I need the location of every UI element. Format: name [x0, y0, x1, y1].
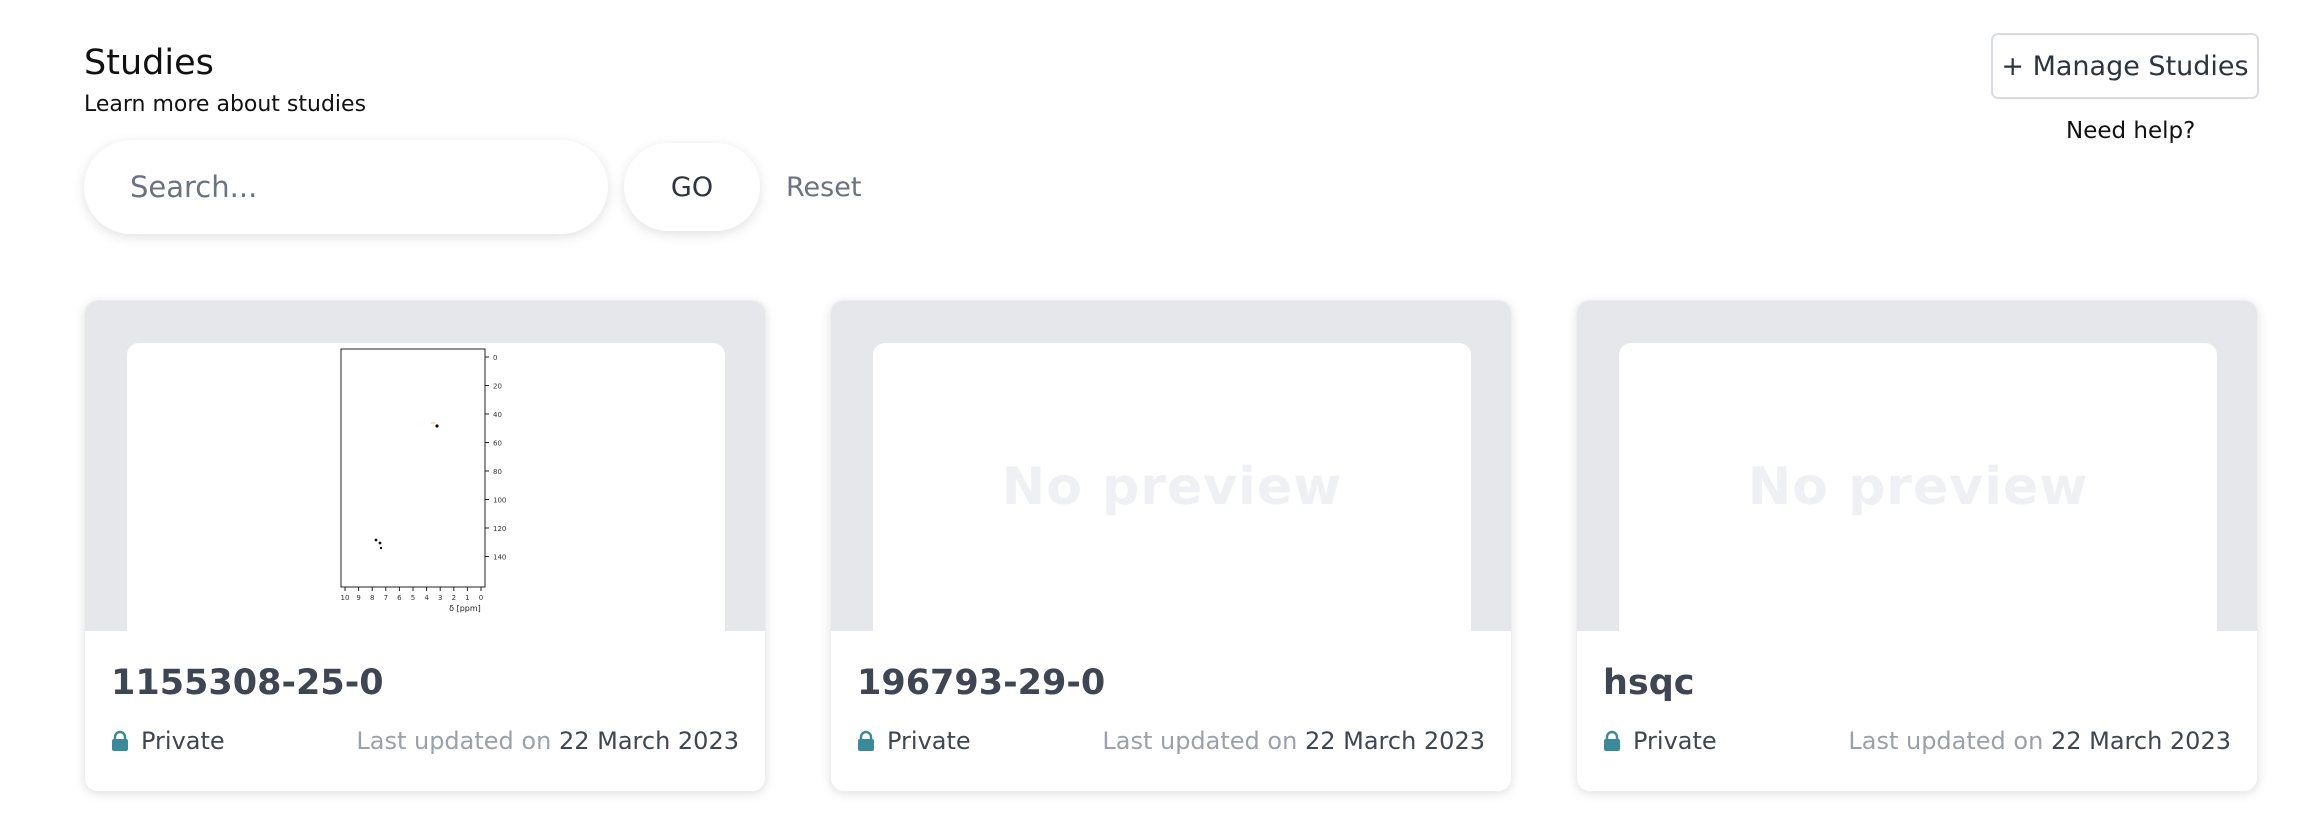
- peak-marker: [374, 538, 378, 542]
- lock-icon: [112, 730, 128, 751]
- y-tick-label: 140: [493, 554, 506, 562]
- y-tick-label: 0: [493, 354, 497, 362]
- updated-prefix: Last updated on: [356, 727, 552, 755]
- card-body: 196793-29-0 Private Last updated on 22 M…: [831, 631, 1511, 755]
- peak-marker: [435, 424, 439, 428]
- card-meta: Private Last updated on 22 March 2023: [857, 727, 1485, 755]
- visibility-badge: Private: [857, 727, 971, 755]
- updated-date: 22 March 2023: [1304, 727, 1485, 755]
- x-tick-label: 7: [384, 594, 388, 602]
- visibility-badge: Private: [1603, 727, 1717, 755]
- study-cards-grid: 0 20 40 60 80 100 120 140 10 9 8 7 6 5 4 3 2 1 0 δ [ppm] …: [84, 300, 2258, 792]
- updated-prefix: Last updated on: [1102, 727, 1298, 755]
- updated-prefix: Last updated on: [1848, 727, 2044, 755]
- learn-more-link[interactable]: Learn more about studies: [84, 92, 366, 117]
- go-button[interactable]: GO: [624, 143, 760, 231]
- y-tick-label: 100: [493, 497, 506, 505]
- last-updated: Last updated on 22 March 2023: [356, 727, 739, 755]
- x-axis-label: δ [ppm]: [449, 604, 481, 613]
- y-tick-label: 20: [493, 383, 502, 391]
- page-header: Studies Learn more about studies: [84, 42, 366, 117]
- last-updated: Last updated on 22 March 2023: [1848, 727, 2231, 755]
- card-body: hsqc Private Last updated on 22 March 20…: [1577, 631, 2257, 755]
- visibility-badge: Private: [111, 727, 225, 755]
- x-tick-label: 9: [356, 594, 360, 602]
- study-card[interactable]: No preview 196793-29-0 Private Last upda…: [830, 300, 1512, 792]
- x-tick-label: 0: [479, 594, 483, 602]
- visibility-label: Private: [887, 727, 971, 755]
- study-card[interactable]: No preview hsqc Private Last updated on …: [1576, 300, 2258, 792]
- y-tick-label: 60: [493, 440, 502, 448]
- lock-icon: [858, 730, 874, 751]
- no-preview-text: No preview: [1001, 457, 1343, 517]
- manage-studies-button[interactable]: + Manage Studies: [1991, 33, 2259, 99]
- card-preview-area: No preview: [831, 301, 1511, 631]
- page-title: Studies: [84, 43, 214, 83]
- reset-button[interactable]: Reset: [786, 172, 861, 203]
- spectrum-preview: 0 20 40 60 80 100 120 140 10 9 8 7 6 5 4 3 2 1 0 δ [ppm]: [127, 343, 725, 631]
- y-tick-label: 120: [493, 525, 506, 533]
- study-card[interactable]: 0 20 40 60 80 100 120 140 10 9 8 7 6 5 4 3 2 1 0 δ [ppm] …: [84, 300, 766, 792]
- y-tick-label: 80: [493, 468, 502, 476]
- x-tick-label: 5: [411, 594, 415, 602]
- x-tick-label: 4: [424, 594, 429, 602]
- search-input[interactable]: [84, 140, 608, 234]
- spectrum-plot: 020406080100120140 10 9 8 7 6 5 4 3 2 1 0 δ [ppm]: [340, 348, 506, 613]
- need-help-link[interactable]: Need help?: [2066, 118, 2195, 144]
- card-meta: Private Last updated on 22 March 2023: [1603, 727, 2231, 755]
- x-tick-label: 6: [397, 594, 402, 602]
- card-meta: Private Last updated on 22 March 2023: [111, 727, 739, 755]
- updated-date: 22 March 2023: [558, 727, 739, 755]
- y-tick-label: 40: [493, 411, 502, 419]
- last-updated: Last updated on 22 March 2023: [1102, 727, 1485, 755]
- study-title[interactable]: 196793-29-0: [857, 661, 1485, 705]
- x-tick-label: 2: [452, 594, 456, 602]
- card-preview-area: 0 20 40 60 80 100 120 140 10 9 8 7 6 5 4 3 2 1 0 δ [ppm]: [85, 301, 765, 631]
- study-title[interactable]: 1155308-25-0: [111, 661, 739, 705]
- search-bar: GO Reset: [84, 140, 861, 234]
- peak-marker: [379, 546, 383, 550]
- card-preview-area: No preview: [1577, 301, 2257, 631]
- peak-marker: [378, 541, 382, 545]
- card-body: 1155308-25-0 Private Last updated on 22 …: [85, 631, 765, 755]
- updated-date: 22 March 2023: [2050, 727, 2231, 755]
- x-tick-label: 1: [465, 594, 469, 602]
- x-tick-label: 10: [341, 594, 350, 602]
- study-title[interactable]: hsqc: [1603, 661, 2231, 705]
- visibility-label: Private: [141, 727, 225, 755]
- no-preview-text: No preview: [1747, 457, 2089, 517]
- empty-preview: No preview: [1619, 343, 2217, 631]
- x-tick-label: 3: [438, 594, 442, 602]
- empty-preview: No preview: [873, 343, 1471, 631]
- x-tick-label: 8: [370, 594, 374, 602]
- visibility-label: Private: [1633, 727, 1717, 755]
- lock-icon: [1604, 730, 1620, 751]
